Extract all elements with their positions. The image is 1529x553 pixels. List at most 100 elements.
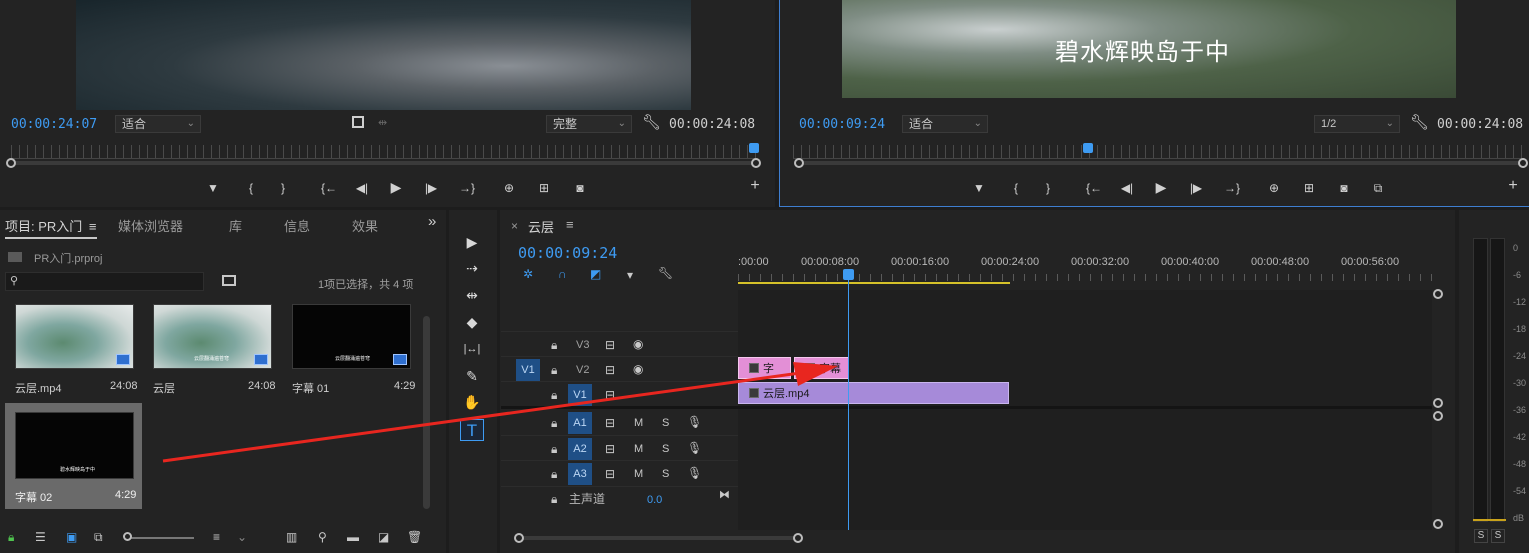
automate-to-sequence-icon[interactable]: ▥ (286, 530, 297, 544)
lock-icon[interactable]: 🔒︎ (551, 416, 557, 430)
timeline-horizontal-scroll[interactable] (518, 536, 800, 540)
mark-out-button[interactable]: } (274, 181, 292, 195)
horizontal-scroll-right-handle[interactable] (793, 533, 803, 543)
new-item-icon[interactable]: ◪ (378, 530, 389, 544)
sync-lock-icon[interactable]: ⊟ (605, 467, 615, 481)
mark-in-button[interactable]: { (1007, 181, 1025, 195)
comparison-view-button[interactable]: ⧉ (1369, 181, 1387, 195)
timeline-menu-icon[interactable]: ≡ (566, 217, 574, 232)
lock-icon[interactable]: 🔒︎ (8, 530, 14, 545)
thumbnail-subtitle-02[interactable]: 碧水辉映岛于中 (15, 412, 134, 479)
program-zoom-bar[interactable] (798, 161, 1524, 165)
tab-info[interactable]: 信息 (284, 216, 310, 235)
nest-icon[interactable]: ✲ (523, 267, 533, 281)
program-playhead[interactable] (1083, 143, 1093, 153)
wrench-icon[interactable]: 🔧︎ (642, 113, 661, 131)
step-forward-button[interactable]: |▶ (1187, 181, 1205, 195)
source-fit-dropdown[interactable]: 适合 ⌄ (115, 115, 201, 133)
hand-tool[interactable]: ✋ (460, 391, 484, 413)
horizontal-scroll-left-handle[interactable] (514, 533, 524, 543)
source-quality-dropdown[interactable]: 完整 ⌄ (546, 115, 632, 133)
solo-right-button[interactable]: S (1491, 529, 1505, 543)
new-bin-from-search-icon[interactable] (222, 275, 236, 286)
time-ruler[interactable]: :00:00 00:00:08:00 00:00:16:00 00:00:24:… (738, 254, 1432, 284)
ripple-edit-tool[interactable]: ⇹ (460, 284, 484, 306)
go-to-out-button[interactable]: →} (1221, 181, 1243, 195)
lock-icon[interactable]: 🔒︎ (551, 442, 557, 456)
solo-button[interactable]: S (662, 442, 669, 456)
mark-in-button[interactable]: { (242, 181, 260, 195)
mute-button[interactable]: M (634, 416, 643, 430)
linked-selection-icon[interactable]: ◩ (590, 267, 601, 281)
video-scroll-handle-bottom[interactable] (1433, 398, 1443, 408)
mute-button[interactable]: M (634, 467, 643, 481)
thumbnail-yunceng-mp4[interactable] (15, 304, 134, 369)
lock-icon[interactable]: 🔒︎ (551, 338, 557, 352)
add-marker-icon[interactable]: ▾ (627, 268, 633, 282)
track-target-a2[interactable]: A2 (568, 438, 592, 460)
sequence-tab[interactable]: 云层 (528, 217, 554, 236)
track-select-tool[interactable]: ⇢ (460, 257, 484, 279)
zoom-slider[interactable] (126, 537, 194, 539)
source-zoom-bar[interactable] (12, 161, 757, 165)
add-button[interactable]: + (1504, 178, 1522, 194)
wrench-icon[interactable]: 🔧︎ (658, 266, 673, 280)
play-button[interactable]: ▶ (1152, 180, 1170, 194)
trim-icon[interactable]: ⇹ (378, 116, 387, 129)
eye-icon[interactable]: ◉ (633, 362, 643, 376)
play-button[interactable]: ▶ (387, 180, 405, 194)
go-to-in-button[interactable]: {← (318, 181, 340, 195)
go-to-out-button[interactable]: →} (456, 181, 478, 195)
thumbnail-subtitle-01[interactable]: 云层翻涌遍苍穹 (292, 304, 411, 369)
lock-icon[interactable]: 🔒︎ (551, 388, 557, 402)
microphone-icon[interactable]: 🎙︎ (687, 441, 702, 455)
program-fit-dropdown[interactable]: 适合 ⌄ (902, 115, 988, 133)
solo-button[interactable]: S (662, 467, 669, 481)
new-bin-icon[interactable]: ▬ (347, 530, 359, 544)
program-timecode[interactable]: 00:00:09:24 (799, 117, 885, 132)
tab-project[interactable]: 项目: PR入门 ≡ (5, 216, 97, 239)
step-back-button[interactable]: ◀| (1118, 181, 1136, 195)
source-playhead[interactable] (749, 143, 759, 153)
list-view-icon[interactable]: ☰ (35, 530, 46, 544)
audio-scroll-handle-bottom[interactable] (1433, 519, 1443, 529)
safe-margins-icon[interactable] (352, 116, 364, 128)
go-to-in-button[interactable]: {← (1083, 181, 1105, 195)
track-target-v1[interactable]: V1 (568, 384, 592, 406)
trash-icon[interactable]: 🗑︎ (407, 530, 422, 544)
program-ruler[interactable] (793, 145, 1523, 159)
chevron-down-icon[interactable]: ⌄ (237, 530, 247, 544)
panel-menu-icon[interactable]: ≡ (89, 219, 97, 234)
go-to-end-icon[interactable]: ⧓ (719, 488, 730, 502)
lock-icon[interactable]: 🔒︎ (551, 492, 557, 506)
tab-effects[interactable]: 效果 (352, 216, 378, 235)
clip-subtitle-b[interactable]: 字幕 (794, 357, 849, 379)
source-timecode[interactable]: 00:00:24:07 (11, 117, 97, 132)
sync-lock-icon[interactable]: ⊟ (605, 388, 615, 402)
lift-button[interactable]: ⊕ (1265, 181, 1283, 195)
program-zoom-left-handle[interactable] (794, 158, 804, 168)
clip-yunceng-mp4[interactable]: 云层.mp4 (738, 382, 1009, 404)
tab-media-browser[interactable]: 媒体浏览器 (118, 216, 183, 235)
lock-icon[interactable]: 🔒︎ (551, 467, 557, 481)
clip-subtitle-a[interactable]: 字 (738, 357, 791, 379)
timeline-playhead-head[interactable] (843, 269, 854, 280)
microphone-icon[interactable]: 🎙︎ (687, 415, 702, 429)
type-tool[interactable]: T (460, 419, 484, 441)
solo-left-button[interactable]: S (1474, 529, 1488, 543)
work-area-bar[interactable] (738, 282, 1010, 284)
tab-libraries[interactable]: 库 (229, 216, 242, 235)
eye-icon[interactable]: ◉ (633, 337, 643, 351)
mark-out-button[interactable]: } (1039, 181, 1057, 195)
timeline-timecode[interactable]: 00:00:09:24 (518, 244, 617, 262)
extract-button[interactable]: ⊞ (1300, 181, 1318, 195)
solo-button[interactable]: S (662, 416, 669, 430)
sort-icon[interactable]: ≡ (213, 530, 220, 544)
razor-tool[interactable]: ◆ (460, 311, 484, 333)
project-scrollbar[interactable] (423, 316, 430, 509)
program-zoom-right-handle[interactable] (1518, 158, 1528, 168)
thumbnail-yunceng-sequence[interactable]: 云层翻涌遍苍穹 (153, 304, 272, 369)
track-target-a3[interactable]: A3 (568, 463, 592, 485)
step-forward-button[interactable]: |▶ (422, 181, 440, 195)
search-input[interactable]: ⚲ (5, 272, 204, 291)
